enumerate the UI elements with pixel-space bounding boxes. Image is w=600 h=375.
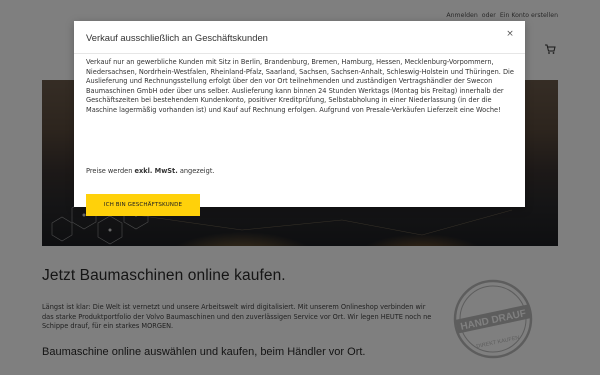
price-suffix: angezeigt.: [179, 167, 215, 175]
price-tax-label: exkl. MwSt.: [134, 167, 178, 175]
price-notice: Preise werden exkl. MwSt. angezeigt.: [86, 167, 215, 175]
modal-title: Verkauf ausschließlich an Geschäftskunde…: [86, 32, 268, 43]
modal-body-text: Verkauf nur an gewerbliche Kunden mit Si…: [86, 58, 514, 114]
modal-header: Verkauf ausschließlich an Geschäftskunde…: [74, 21, 525, 54]
confirm-business-customer-button[interactable]: ICH BIN GESCHÄFTSKUNDE: [86, 194, 200, 216]
business-customer-modal: Verkauf ausschließlich an Geschäftskunde…: [74, 21, 525, 216]
price-prefix: Preise werden: [86, 167, 133, 175]
close-icon[interactable]: ×: [504, 28, 516, 40]
